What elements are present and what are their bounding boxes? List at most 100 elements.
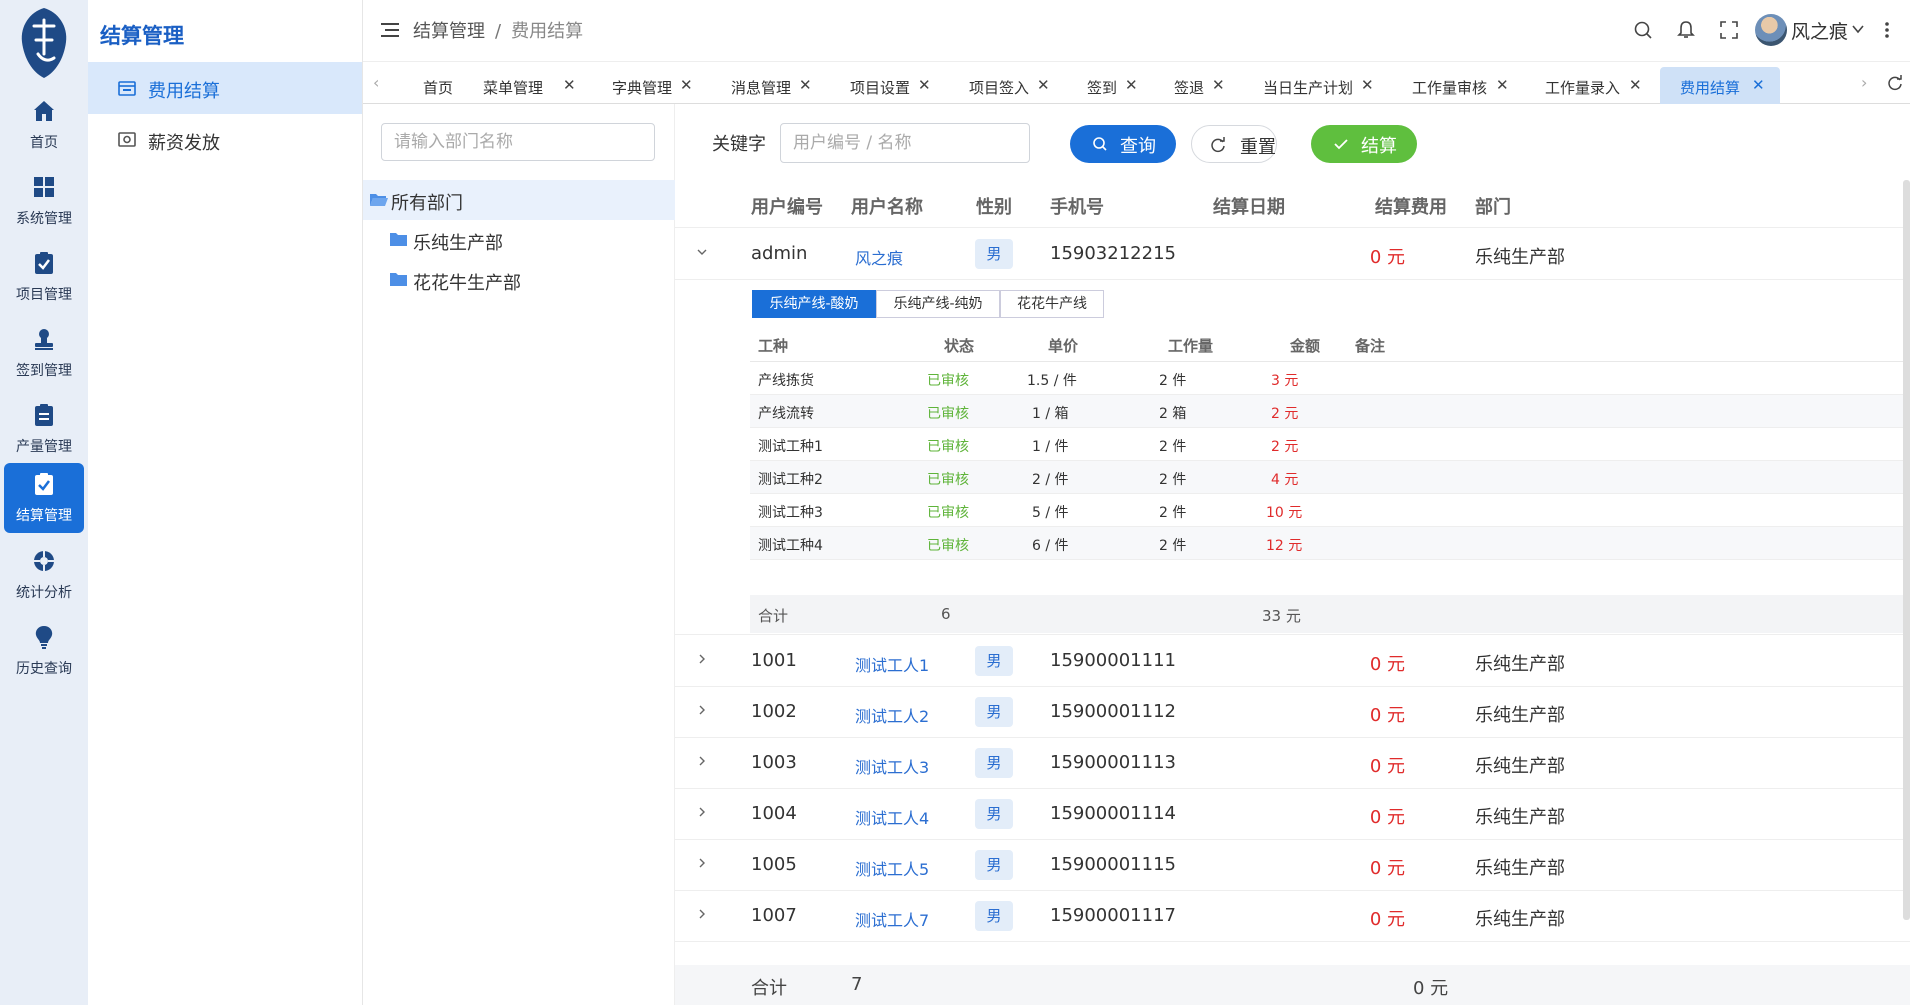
chevron-right-icon[interactable] (695, 907, 709, 921)
subtab-line-yogurt[interactable]: 乐纯产线-酸奶 (752, 290, 876, 318)
tab-home[interactable]: 首页 (403, 67, 473, 104)
gender-badge: 男 (975, 697, 1013, 727)
tree-label: 所有部门 (391, 193, 463, 214)
rail-item-settlement[interactable]: 结算管理 (4, 463, 84, 533)
dcell-qty: 2 箱 (1159, 406, 1187, 422)
tab-msg-mgmt[interactable]: 消息管理 ✕ (731, 67, 836, 104)
reset-button[interactable]: 重置 (1191, 125, 1277, 163)
tab-workload-review[interactable]: 工作量审核 ✕ (1412, 67, 1537, 104)
table-header: 用户编号 用户名称 性别 手机号 结算日期 结算费用 部门 (675, 180, 1910, 228)
cell-user-name[interactable]: 测试工人7 (855, 907, 929, 931)
close-icon[interactable]: ✕ (799, 76, 812, 94)
chevron-down-icon[interactable] (1851, 22, 1865, 36)
menu-toggle-icon[interactable] (381, 22, 399, 38)
tree-node-dept[interactable]: 花花牛生产部 (363, 260, 675, 300)
close-icon[interactable]: ✕ (1496, 76, 1509, 94)
table-row[interactable]: 1001 测试工人1 男 15900001111 0 元 乐纯生产部 (675, 636, 1910, 687)
close-icon[interactable]: ✕ (1212, 76, 1225, 94)
cell-user-name[interactable]: 测试工人5 (855, 856, 929, 880)
cell-user-name[interactable]: 测试工人1 (855, 652, 929, 676)
folder-open-icon (370, 194, 388, 206)
settle-button[interactable]: 结算 (1311, 125, 1417, 163)
close-icon[interactable]: ✕ (1037, 76, 1050, 94)
tab-dict-mgmt[interactable]: 字典管理 ✕ (612, 67, 717, 104)
settlement-table: 用户编号 用户名称 性别 手机号 结算日期 结算费用 部门 admin 风之痕 … (675, 180, 1910, 1005)
close-icon[interactable]: ✕ (1629, 76, 1642, 94)
tab-project-settings[interactable]: 项目设置 ✕ (850, 67, 955, 104)
user-name[interactable]: 风之痕 (1791, 17, 1848, 44)
close-icon[interactable]: ✕ (1125, 76, 1138, 94)
vertical-scrollbar[interactable] (1903, 180, 1910, 920)
rail-item-system[interactable]: 系统管理 (4, 166, 84, 236)
query-button[interactable]: 查询 (1070, 125, 1176, 163)
close-icon[interactable]: ✕ (918, 76, 931, 94)
detail-row: 测试工种3 已审核 5 / 件 2 件 10 元 (750, 494, 1910, 527)
close-icon[interactable]: ✕ (563, 76, 576, 94)
chevron-right-icon[interactable] (695, 805, 709, 819)
close-icon[interactable]: ✕ (1752, 76, 1765, 94)
cell-user-name[interactable]: 测试工人4 (855, 805, 929, 829)
table-row[interactable]: admin 风之痕 男 15903212215 0 元 乐纯生产部 (675, 229, 1910, 280)
pay-icon (118, 132, 136, 147)
chevron-down-icon[interactable] (695, 245, 709, 259)
subtab-line-milk[interactable]: 乐纯产线-纯奶 (876, 290, 1000, 318)
tab-scroll-right-icon[interactable]: › (1861, 73, 1867, 92)
dcell-amount: 10 元 (1266, 505, 1303, 521)
keyword-input[interactable] (780, 123, 1030, 163)
subtab-line-huahuaniu[interactable]: 花花牛产线 (1000, 290, 1104, 318)
avatar[interactable] (1755, 14, 1787, 46)
cell-user-name[interactable]: 风之痕 (855, 245, 903, 269)
tab-workload-entry[interactable]: 工作量录入 ✕ (1545, 67, 1670, 104)
row-detail-panel: 乐纯产线-酸奶 乐纯产线-纯奶 花花牛产线 工种 状态 单价 工作量 金额 备注… (675, 280, 1910, 635)
table-row[interactable]: 1004 测试工人4 男 15900001114 0 元 乐纯生产部 (675, 789, 1910, 840)
tab-signin[interactable]: 签到 ✕ (1087, 67, 1157, 104)
cell-user-name[interactable]: 测试工人2 (855, 703, 929, 727)
dcol-amount: 金额 (1290, 337, 1321, 355)
gender-badge: 男 (975, 799, 1013, 829)
chevron-right-icon[interactable] (695, 703, 709, 717)
more-vertical-icon[interactable] (1883, 20, 1891, 40)
rail-label: 项目管理 (16, 287, 72, 303)
cell-settle-fee: 0 元 (1369, 654, 1405, 675)
chevron-right-icon[interactable] (695, 754, 709, 768)
dcell-type: 测试工种4 (758, 538, 823, 554)
table-row[interactable]: 1003 测试工人3 男 15900001113 0 元 乐纯生产部 (675, 738, 1910, 789)
breadcrumb-item[interactable]: 结算管理 (413, 21, 485, 42)
tree-node-all[interactable]: 所有部门 (363, 180, 675, 220)
cell-phone: 15900001114 (1050, 803, 1176, 824)
tab-signout[interactable]: 签退 ✕ (1174, 67, 1244, 104)
rail-item-project[interactable]: 项目管理 (4, 242, 84, 312)
cell-phone: 15900001117 (1050, 905, 1176, 926)
breadcrumb: 结算管理 / 费用结算 (413, 17, 583, 43)
close-icon[interactable]: ✕ (680, 76, 693, 94)
fullscreen-icon[interactable] (1719, 20, 1739, 40)
tree-node-dept[interactable]: 乐纯生产部 (363, 220, 675, 260)
chevron-right-icon[interactable] (695, 652, 709, 666)
rail-item-output[interactable]: 产量管理 (4, 394, 84, 464)
cell-user-name[interactable]: 测试工人3 (855, 754, 929, 778)
search-icon[interactable] (1633, 20, 1653, 40)
rail-item-signin[interactable]: 签到管理 (4, 318, 84, 388)
submenu-item-fee-settlement[interactable]: 费用结算 (88, 62, 362, 114)
table-row[interactable]: 1005 测试工人5 男 15900001115 0 元 乐纯生产部 (675, 840, 1910, 891)
dept-search-input[interactable] (381, 123, 655, 161)
cell-dept: 乐纯生产部 (1475, 909, 1565, 930)
chevron-right-icon[interactable] (695, 856, 709, 870)
submenu-item-payroll[interactable]: 薪资发放 (88, 114, 362, 166)
tab-fee-settlement[interactable]: 费用结算 ✕ (1660, 67, 1780, 104)
tab-daily-plan[interactable]: 当日生产计划 ✕ (1263, 67, 1408, 104)
rail-item-stats[interactable]: 统计分析 (4, 540, 84, 610)
rail-label: 结算管理 (16, 508, 72, 524)
table-row[interactable]: 1002 测试工人2 男 15900001112 0 元 乐纯生产部 (675, 687, 1910, 738)
rail-item-home[interactable]: 首页 (4, 90, 84, 160)
rail-item-history[interactable]: 历史查询 (4, 616, 84, 686)
refresh-icon[interactable] (1887, 75, 1903, 91)
table-summary-row: 合计 7 0 元 (675, 965, 1910, 1005)
bell-icon[interactable] (1676, 20, 1696, 40)
tab-project-checkin[interactable]: 项目签入 ✕ (969, 67, 1074, 104)
tab-menu-mgmt[interactable]: 菜单管理 ✕ (483, 67, 588, 104)
rail-label: 系统管理 (16, 211, 72, 227)
close-icon[interactable]: ✕ (1361, 76, 1374, 94)
table-row[interactable]: 1007 测试工人7 男 15900001117 0 元 乐纯生产部 (675, 891, 1910, 942)
tab-scroll-left-icon[interactable]: ‹ (373, 73, 379, 92)
